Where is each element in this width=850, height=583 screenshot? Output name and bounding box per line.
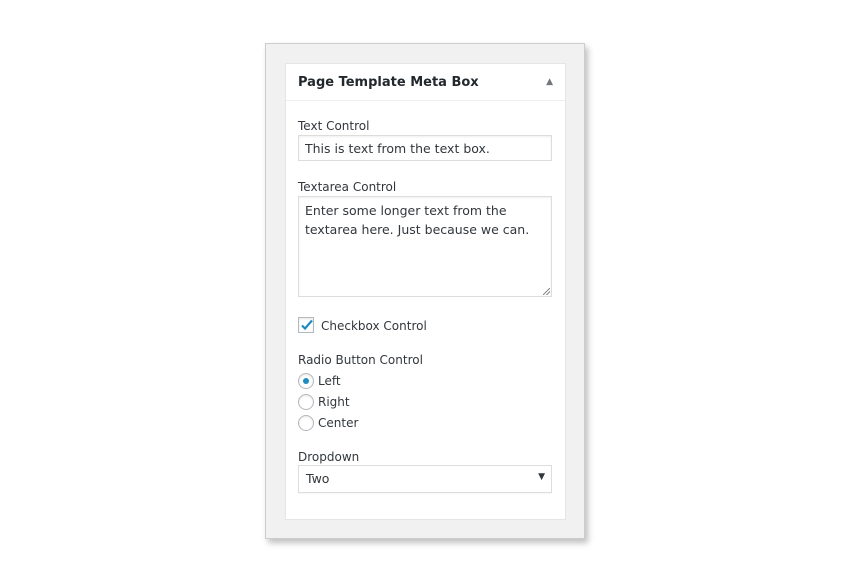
- radio-center-label: Center: [318, 416, 359, 430]
- textarea-control-input[interactable]: Enter some longer text from the textarea…: [298, 196, 552, 297]
- checkmark-icon: [301, 319, 313, 331]
- dropdown-label: Dropdown: [298, 450, 360, 464]
- text-control-input[interactable]: [298, 135, 552, 161]
- chevron-down-icon: ▼: [538, 472, 545, 482]
- textarea-control-label: Textarea Control: [298, 180, 397, 194]
- radio-control-label: Radio Button Control: [298, 353, 423, 367]
- metabox-header[interactable]: Page Template Meta Box ▲: [286, 64, 565, 101]
- radio-left-label: Left: [318, 374, 341, 388]
- triangle-up-icon[interactable]: ▲: [546, 77, 553, 87]
- dropdown-select[interactable]: Two ▼: [298, 465, 552, 493]
- radio-right-label: Right: [318, 395, 350, 409]
- page-template-meta-box: Page Template Meta Box ▲ Text Control Te…: [285, 63, 566, 520]
- radio-left[interactable]: [298, 373, 314, 389]
- text-control-label: Text Control: [298, 119, 370, 133]
- checkbox-control-label: Checkbox Control: [321, 319, 427, 333]
- metabox-container: Page Template Meta Box ▲ Text Control Te…: [265, 43, 585, 539]
- radio-right[interactable]: [298, 394, 314, 410]
- dropdown-value: Two: [306, 471, 330, 486]
- checkbox-control[interactable]: [298, 317, 314, 333]
- metabox-title: Page Template Meta Box: [298, 74, 479, 90]
- resize-handle-icon[interactable]: [543, 288, 550, 295]
- radio-center[interactable]: [298, 415, 314, 431]
